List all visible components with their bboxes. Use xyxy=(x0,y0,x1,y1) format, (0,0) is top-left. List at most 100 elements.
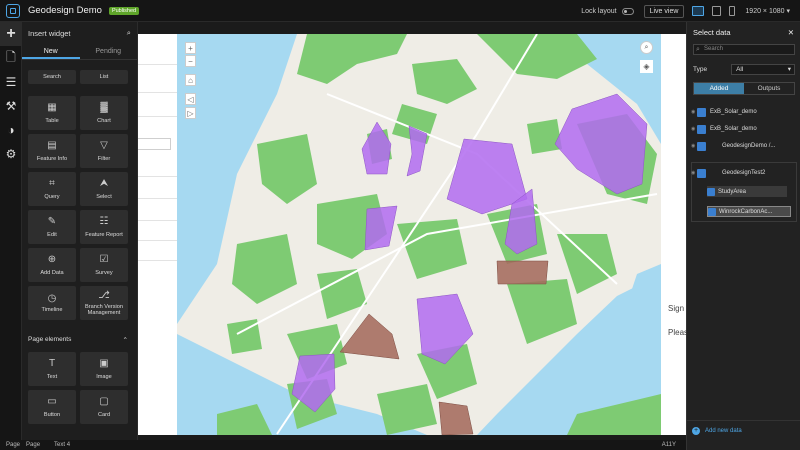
plus-circle-icon: + xyxy=(692,426,700,435)
page-elements-section[interactable]: Page elements ⌃ xyxy=(28,336,128,344)
divider xyxy=(138,240,177,241)
data-icon[interactable]: ☰ xyxy=(0,70,22,94)
divider xyxy=(138,64,177,65)
desktop-icon[interactable] xyxy=(692,6,705,16)
widget-survey[interactable]: ☑ Survey xyxy=(80,248,128,282)
map-widget[interactable]: + − ⌂ ◁ ▷ xyxy=(177,34,661,435)
text-widget-label[interactable]: Text 4 xyxy=(54,442,70,448)
type-select[interactable]: All xyxy=(731,64,795,75)
home-button[interactable]: ⌂ xyxy=(185,74,196,86)
data-source-label: ExB_Solar_demo xyxy=(710,109,757,115)
feature-report-icon: ☷ xyxy=(99,215,109,227)
widget-branch-version-management[interactable]: ⎇ Branch Version Management xyxy=(80,286,128,320)
select-data-header: Select data ✕ xyxy=(687,22,800,42)
layer-item-winrock[interactable]: WinrockCarbonAc... xyxy=(707,206,791,217)
layer-label: WinrockCarbonAc... xyxy=(719,208,773,215)
divider xyxy=(138,116,177,117)
widget-edit[interactable]: ✎ Edit xyxy=(28,210,76,244)
canvas-input-fragment[interactable] xyxy=(138,138,171,150)
gear-icon[interactable]: ⚙ xyxy=(0,142,22,166)
map-layer xyxy=(177,34,661,435)
top-right-controls: Lock layout Live view 1920 × 1080 xyxy=(581,0,790,22)
layer-icon xyxy=(697,107,706,117)
widget-feature-info[interactable]: ▤ Feature Info xyxy=(28,134,76,168)
element-button[interactable]: ▭ Button xyxy=(28,390,76,424)
divider xyxy=(138,176,177,177)
tab-pending[interactable]: Pending xyxy=(80,44,138,59)
widget-list[interactable]: List xyxy=(80,70,128,84)
close-icon[interactable]: ✕ xyxy=(788,28,794,37)
element-image[interactable]: ▣ Image xyxy=(80,352,128,386)
wrench-icon[interactable]: ⚒ xyxy=(0,94,22,118)
please-text-fragment: Pleas xyxy=(668,328,686,337)
lock-layout-toggle[interactable] xyxy=(621,7,634,15)
top-bar: Geodesign Demo Published Lock layout Liv… xyxy=(0,0,800,22)
layers-icon[interactable]: ◈ xyxy=(640,60,653,73)
tab-outputs[interactable]: Outputs xyxy=(744,83,794,94)
survey-icon: ☑ xyxy=(99,253,109,265)
layer-icon xyxy=(697,124,706,134)
status-bar: Page Page Text 4 A11Y xyxy=(0,440,686,450)
element-text[interactable]: T Text xyxy=(28,352,76,386)
divider xyxy=(138,92,177,93)
layer-icon xyxy=(707,187,715,196)
widget-select[interactable]: ⮝ Select xyxy=(80,172,128,206)
widget-add-data[interactable]: ⊕ Add Data xyxy=(28,248,76,282)
search-icon[interactable]: ⌕ xyxy=(127,28,131,38)
table-icon: ▦ xyxy=(47,101,57,113)
add-new-data-label: Add new data xyxy=(705,427,742,434)
data-source-item[interactable]: ◉ ExB_Solar_demo xyxy=(691,123,795,135)
app-logo-icon[interactable] xyxy=(6,3,20,18)
type-filter: Type All xyxy=(693,64,795,75)
data-source-item[interactable]: ◉ GeodesignDemo /... xyxy=(691,140,795,152)
map-icon xyxy=(697,168,706,178)
chart-icon: ▓ xyxy=(100,101,108,113)
element-card[interactable]: ▢ Card xyxy=(80,390,128,424)
tab-added[interactable]: Added xyxy=(694,83,744,94)
select-data-panel: Select data ✕ Search Type All Added Outp… xyxy=(686,22,800,450)
live-view-button[interactable]: Live view xyxy=(643,4,685,18)
layer-item-studyarea[interactable]: StudyArea xyxy=(707,186,787,197)
next-extent-button[interactable]: ▷ xyxy=(185,107,196,119)
section-title: Page elements xyxy=(28,336,72,343)
page-elements-grid: T Text ▣ Image ▭ Button ▢ Card xyxy=(28,352,128,424)
widget-feature-report[interactable]: ☷ Feature Report xyxy=(80,210,128,244)
widget-filter[interactable]: ▽ Filter xyxy=(80,134,128,168)
map-icon xyxy=(697,141,706,151)
widget-tabs: New Pending xyxy=(22,44,137,60)
widget-search[interactable]: Search xyxy=(28,70,76,84)
data-search-input[interactable]: Search xyxy=(693,44,795,55)
data-segment-control: Added Outputs xyxy=(693,82,795,95)
select-icon: ⮝ xyxy=(99,177,109,189)
image-icon: ▣ xyxy=(99,357,109,369)
chevron-up-icon[interactable]: ⌃ xyxy=(123,336,128,344)
tab-new[interactable]: New xyxy=(22,44,80,59)
widget-grid: ▦ Table ▓ Chart ▤ Feature Info ▽ Filter ⌗ Que… xyxy=(28,96,128,320)
insert-widget-header: Insert widget ⌕ xyxy=(22,22,137,44)
layer-icon xyxy=(708,207,716,216)
resolution-select[interactable]: 1920 × 1080 xyxy=(745,7,790,15)
tablet-icon[interactable] xyxy=(712,6,722,16)
panel-title: Select data xyxy=(693,27,731,37)
card-icon: ▢ xyxy=(99,395,109,407)
canvas-left-fragment xyxy=(138,34,177,435)
text-icon: T xyxy=(48,357,56,369)
page-icon[interactable]: 🗋 xyxy=(0,46,22,70)
zoom-in-button[interactable]: + xyxy=(185,42,196,54)
phone-icon[interactable] xyxy=(729,6,736,16)
plus-icon[interactable]: + xyxy=(0,22,22,46)
widget-chart[interactable]: ▓ Chart xyxy=(80,96,128,130)
divider xyxy=(138,260,177,261)
widget-timeline[interactable]: ◷ Timeline xyxy=(28,286,76,320)
add-new-data-button[interactable]: + Add new data xyxy=(687,420,800,440)
data-source-group-item[interactable]: ◉ GeodesignTest2 xyxy=(691,167,795,179)
palette-icon[interactable]: ◑ xyxy=(0,118,22,142)
a11y-label[interactable]: A11Y xyxy=(662,440,676,450)
zoom-out-button[interactable]: − xyxy=(185,55,196,67)
page-selector[interactable]: Page xyxy=(26,442,40,448)
data-source-item[interactable]: ◉ ExB_Solar_demo xyxy=(691,106,795,118)
previous-extent-button[interactable]: ◁ xyxy=(185,93,196,105)
widget-table[interactable]: ▦ Table xyxy=(28,96,76,130)
widget-query[interactable]: ⌗ Query xyxy=(28,172,76,206)
map-search-icon[interactable]: ⌕ xyxy=(640,41,653,54)
